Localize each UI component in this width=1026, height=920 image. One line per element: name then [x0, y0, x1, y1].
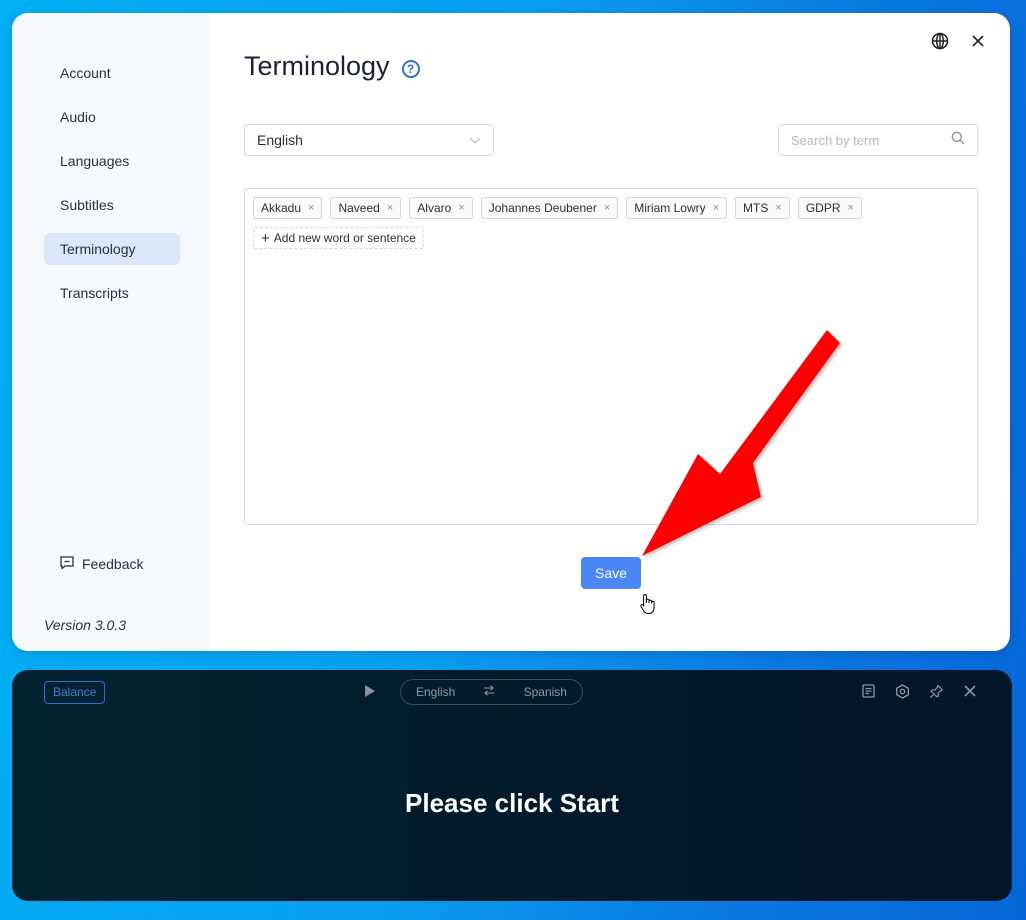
sidebar: Account Audio Languages Subtitles Termin…: [12, 13, 210, 651]
add-term-label: Add new word or sentence: [273, 231, 416, 245]
hand-cursor-icon: [640, 593, 655, 614]
sidebar-item-audio[interactable]: Audio: [44, 101, 180, 133]
term-label: MTS: [743, 201, 769, 215]
term-label: Miriam Lowry: [634, 201, 706, 215]
pin-icon[interactable]: [928, 683, 944, 699]
globe-icon[interactable]: [930, 31, 950, 51]
start-prompt: Please click Start: [405, 788, 619, 818]
remove-term-icon[interactable]: ×: [848, 202, 854, 214]
close-caption-bar-icon[interactable]: [962, 683, 978, 699]
sidebar-item-transcripts[interactable]: Transcripts: [44, 277, 180, 309]
sidebar-item-languages[interactable]: Languages: [44, 145, 180, 177]
language-pair-selector: English Spanish: [400, 679, 583, 705]
add-term-button[interactable]: + Add new word or sentence: [253, 227, 424, 249]
page-title: Terminology: [244, 51, 390, 81]
term-tag: Johannes Deubener ×: [480, 197, 619, 219]
close-icon[interactable]: [968, 31, 988, 51]
sidebar-item-account[interactable]: Account: [44, 57, 180, 89]
language-select[interactable]: English: [244, 124, 494, 156]
plus-icon: +: [261, 229, 270, 247]
term-label: GDPR: [805, 201, 841, 215]
swap-languages-icon[interactable]: [483, 685, 495, 699]
help-icon[interactable]: ?: [401, 59, 420, 78]
chevron-down-icon: [469, 132, 481, 148]
annotation-arrow-icon: [642, 330, 840, 556]
search-icon[interactable]: [951, 131, 965, 150]
source-language[interactable]: English: [416, 685, 455, 699]
sidebar-item-terminology[interactable]: Terminology: [44, 233, 180, 265]
sidebar-item-subtitles[interactable]: Subtitles: [44, 189, 180, 221]
settings-icon[interactable]: [894, 683, 910, 699]
target-language[interactable]: Spanish: [524, 685, 567, 699]
remove-term-icon[interactable]: ×: [604, 202, 610, 214]
term-label: Naveed: [338, 201, 380, 215]
feedback-icon: [60, 556, 74, 572]
remove-term-icon[interactable]: ×: [458, 202, 464, 214]
feedback-label: Feedback: [82, 556, 144, 572]
window-controls: [930, 31, 988, 51]
save-button[interactable]: Save: [581, 557, 641, 589]
remove-term-icon[interactable]: ×: [775, 202, 781, 214]
feedback-link[interactable]: Feedback: [60, 556, 143, 572]
term-tag: MTS ×: [735, 197, 790, 219]
term-label: Johannes Deubener: [488, 201, 597, 215]
terms-box[interactable]: Akkadu × Naveed × Alvaro × Johannes Deubene…: [244, 188, 978, 525]
transcript-icon[interactable]: [860, 683, 876, 699]
term-tag: Alvaro ×: [409, 197, 473, 219]
remove-term-icon[interactable]: ×: [387, 202, 393, 214]
search-input[interactable]: [791, 132, 941, 148]
language-select-value: English: [257, 132, 303, 148]
search-box: [778, 124, 978, 156]
term-tags: Akkadu × Naveed × Alvaro × Johannes Deubene…: [253, 197, 969, 219]
live-caption-bar: Balance English Spanish Please click Sta…: [12, 670, 1012, 901]
term-tag: Akkadu ×: [253, 197, 323, 219]
term-label: Akkadu: [261, 201, 302, 215]
balance-button[interactable]: Balance: [44, 681, 106, 704]
page-title-row: Terminology ?: [244, 51, 420, 82]
remove-term-icon[interactable]: ×: [308, 202, 314, 214]
version-label: Version 3.0.3: [44, 617, 126, 633]
term-tag: Miriam Lowry ×: [626, 197, 728, 219]
term-label: Alvaro: [417, 201, 452, 215]
term-tag: GDPR ×: [797, 197, 862, 219]
term-tag: Naveed ×: [330, 197, 402, 219]
remove-term-icon[interactable]: ×: [713, 202, 719, 214]
play-icon[interactable]: [364, 684, 376, 703]
caption-bar-controls: [860, 683, 978, 699]
settings-window: Account Audio Languages Subtitles Termin…: [12, 13, 1010, 651]
